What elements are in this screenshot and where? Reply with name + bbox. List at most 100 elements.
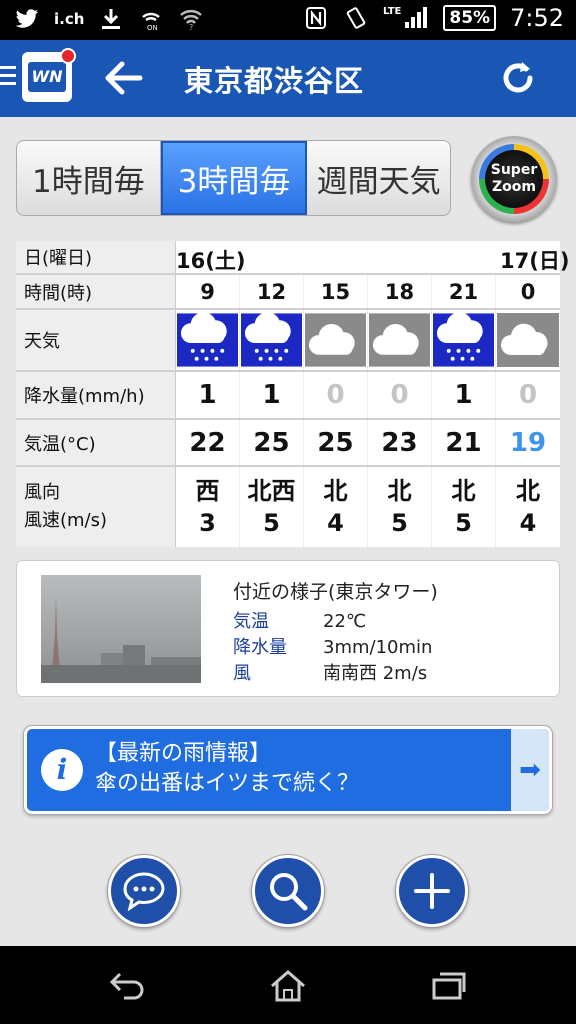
logo-text: WN bbox=[28, 62, 66, 92]
banner-line2: 傘の出番はイツまで続く？ bbox=[95, 771, 360, 796]
hour-cell: 18 bbox=[368, 275, 432, 308]
tab-hourly[interactable]: 1時間毎 bbox=[17, 141, 161, 215]
refresh-icon bbox=[503, 62, 533, 93]
wind-speed: 3 bbox=[199, 509, 216, 537]
wind-cell: 西3 bbox=[176, 467, 240, 547]
wind-direction: 北 bbox=[387, 477, 412, 505]
weather-cell bbox=[432, 310, 496, 370]
nearby-value: 南南西 2m/s bbox=[323, 663, 428, 684]
wind-speed: 5 bbox=[263, 509, 280, 537]
day-row: 日(曜日) 16(土) 17(日) bbox=[16, 241, 569, 275]
wind-row: 風向 風速(m/s) 西3 北西 5 北4 北5 北5 北4 bbox=[16, 467, 560, 547]
chat-button[interactable] bbox=[108, 855, 180, 927]
wind-speed: 5 bbox=[455, 509, 472, 537]
rain-row: 降水量(mm/h) 1 1 0 0 1 0 bbox=[16, 372, 560, 420]
wind-cell: 北5 bbox=[368, 467, 432, 547]
hour-cell: 15 bbox=[304, 275, 368, 308]
nav-home-icon[interactable] bbox=[268, 968, 308, 1004]
arrow-left-icon bbox=[105, 61, 143, 95]
row-label-time: 時間(時) bbox=[16, 275, 176, 308]
nearby-title: 付近の様子(東京タワー) bbox=[233, 581, 438, 603]
super-zoom-line1: Super bbox=[490, 162, 538, 178]
nearby-label: 気温 bbox=[233, 611, 269, 632]
nearby-row-rain: 降水量 3mm/10min bbox=[233, 633, 432, 659]
nav-back-icon[interactable] bbox=[108, 968, 148, 1004]
wind-speed: 4 bbox=[327, 509, 344, 537]
status-clock: 7:52 bbox=[510, 4, 564, 32]
hour-cell: 9 bbox=[176, 275, 240, 308]
hour-cell: 12 bbox=[240, 275, 304, 308]
download-icon bbox=[98, 6, 124, 32]
wind-direction: 北 bbox=[323, 477, 348, 505]
arrow-right-icon[interactable]: ➡ bbox=[511, 729, 549, 811]
super-zoom-button[interactable]: Super Zoom bbox=[471, 136, 557, 222]
nearby-label: 降水量 bbox=[233, 637, 287, 658]
hour-cell: 0 bbox=[520, 279, 536, 304]
nearby-conditions-card[interactable]: 付近の様子(東京タワー) 気温 22℃ 降水量 3mm/10min 風 南南西 2m/… bbox=[16, 560, 560, 697]
banner-text: 【最新の雨情報】 傘の出番はイツまで続く？ bbox=[95, 739, 359, 799]
system-nav-bar bbox=[0, 946, 576, 1024]
row-label-rain: 降水量(mm/h) bbox=[16, 372, 176, 418]
rain-cell: 0 bbox=[518, 380, 538, 410]
rain-cell: 0 bbox=[304, 372, 368, 418]
row-label-weather: 天気 bbox=[16, 310, 176, 370]
svg-text:ON: ON bbox=[147, 24, 158, 31]
nearby-value: 22℃ bbox=[323, 611, 367, 632]
wind-cell: 北5 bbox=[432, 467, 496, 547]
rain-icon bbox=[241, 313, 302, 367]
live-camera-photo[interactable] bbox=[41, 575, 201, 683]
cloud-icon bbox=[497, 313, 559, 367]
rain-info-banner[interactable]: i 【最新の雨情報】 傘の出番はイツまで続く？ ➡ bbox=[24, 726, 552, 814]
wind-speed: 4 bbox=[519, 509, 537, 537]
wind-cell: 北西 5 bbox=[240, 467, 304, 547]
weather-cell bbox=[496, 310, 560, 370]
tab-weekly[interactable]: 週間天気 bbox=[307, 141, 450, 215]
row-label-temp: 気温(°C) bbox=[16, 420, 176, 465]
wind-direction: 北西 bbox=[247, 477, 296, 505]
status-bar: i.ch ON ? LTE 85% 7:52 bbox=[0, 0, 576, 40]
nearby-row-temp: 気温 22℃ bbox=[233, 607, 366, 633]
row-label-wind-dir: 風向 bbox=[24, 482, 60, 503]
vibrate-icon bbox=[343, 5, 369, 31]
search-button[interactable] bbox=[252, 855, 324, 927]
weather-cell bbox=[240, 310, 304, 370]
rain-cell: 1 bbox=[432, 372, 496, 418]
app-bar: WN 東京都渋谷区 bbox=[0, 40, 576, 117]
signal-icon bbox=[403, 5, 429, 31]
rain-cell: 0 bbox=[368, 372, 432, 418]
refresh-button[interactable] bbox=[498, 58, 538, 98]
day-label-sun: 17(日) bbox=[500, 249, 570, 273]
rain-cell: 1 bbox=[176, 372, 240, 418]
weather-cell bbox=[304, 310, 368, 370]
twitter-icon bbox=[14, 6, 40, 32]
drawer-menu-icon[interactable] bbox=[0, 66, 16, 90]
add-button[interactable] bbox=[396, 855, 468, 927]
wind-cell: 北4 bbox=[304, 467, 368, 547]
tab-3-hourly[interactable]: 3時間毎 bbox=[160, 141, 308, 215]
nfc-icon bbox=[303, 5, 329, 31]
app-logo[interactable]: WN bbox=[22, 48, 76, 102]
nearby-value: 3mm/10min bbox=[323, 637, 433, 658]
wifi-icon: ? bbox=[178, 6, 204, 32]
back-button[interactable] bbox=[100, 58, 144, 98]
svg-text:?: ? bbox=[189, 23, 193, 30]
temp-cell: 23 bbox=[368, 420, 432, 465]
temp-row: 気温(°C) 22 25 25 23 21 19 bbox=[16, 420, 560, 467]
weather-row: 天気 bbox=[16, 310, 560, 372]
chat-icon bbox=[123, 872, 165, 911]
day-label-sat: 16(土) bbox=[176, 249, 246, 273]
notification-dot bbox=[60, 48, 76, 64]
weather-cell bbox=[176, 310, 240, 370]
super-zoom-label: Super Zoom bbox=[485, 150, 543, 208]
battery-icon: 85% bbox=[443, 5, 497, 31]
wind-cell: 北4 bbox=[496, 467, 560, 547]
info-icon: i bbox=[41, 749, 83, 791]
nearby-row-wind: 風 南南西 2m/s bbox=[233, 659, 427, 685]
nav-recents-icon[interactable] bbox=[428, 968, 468, 1004]
row-label-day: 日(曜日) bbox=[16, 241, 176, 273]
rain-icon bbox=[433, 313, 494, 367]
super-zoom-line2: Zoom bbox=[492, 179, 536, 195]
cloud-icon bbox=[305, 313, 366, 367]
search-icon bbox=[270, 873, 308, 911]
page-title: 東京都渋谷区 bbox=[184, 64, 365, 98]
